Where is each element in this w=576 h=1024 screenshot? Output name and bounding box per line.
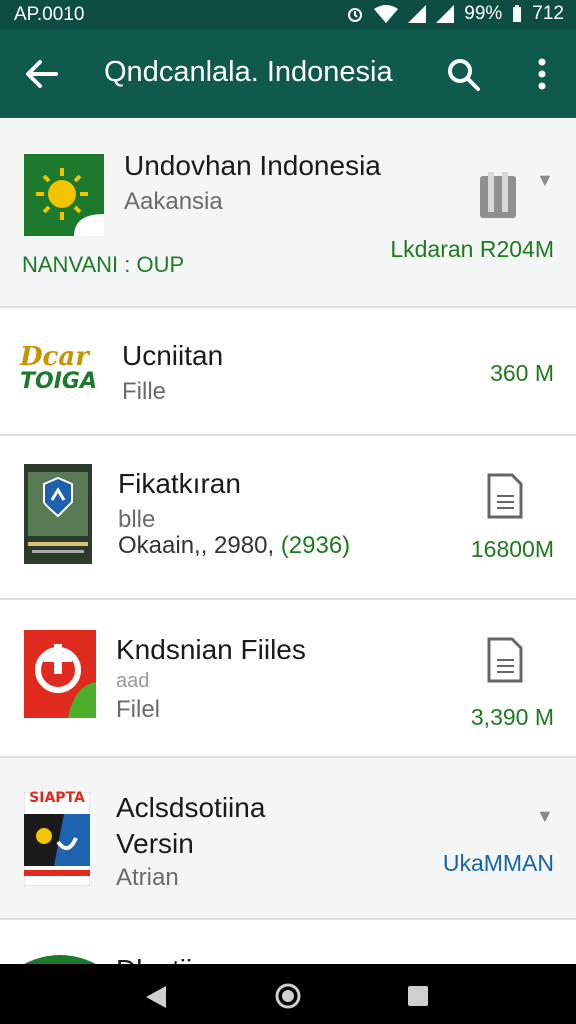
app-bar: Qndcanlala. Indonesia (0, 30, 576, 118)
item-title: Undovhan Indonesia (124, 150, 381, 181)
chevron-down-icon[interactable]: ▼ (536, 170, 554, 191)
logo-text: TOIGA (20, 369, 97, 394)
wifi-icon (374, 5, 399, 23)
app-bar-title: Qndcanlala. Indonesia (104, 56, 393, 88)
item-title: Kndsnian Fiiles (116, 634, 306, 665)
item-title: Ucniitan (122, 340, 224, 371)
item-size: 3,390 M (470, 704, 554, 730)
item-meta: Okaain,, 2980, (2936) (118, 532, 350, 560)
item-subtitle: aad (116, 670, 150, 692)
app-logo-icon (24, 630, 96, 718)
item-subtitle: Fille (122, 378, 167, 405)
list-item[interactable]: SIAPTA Aclsdsotiina Versin Atrian ▼ UkaM… (0, 758, 576, 920)
item-title-2: Versin (116, 828, 194, 859)
document-cover-icon (24, 464, 92, 564)
chevron-down-icon[interactable]: ▼ (536, 806, 554, 827)
item-size: 360 M (490, 360, 554, 386)
list-item[interactable]: Fikatkıran blle Okaain,, 2980, (2936) 16… (0, 436, 576, 600)
app-logo-icon: Dcar TOIGA (20, 344, 100, 400)
signal-icon (408, 5, 427, 23)
app-logo-icon (24, 154, 104, 236)
nav-back-icon[interactable] (144, 984, 168, 1010)
alarm-icon (348, 8, 363, 22)
status-time: AP.0010 (14, 4, 85, 25)
back-arrow-icon[interactable] (24, 54, 60, 94)
search-icon[interactable] (446, 54, 482, 94)
app-logo-icon (24, 792, 90, 886)
item-size: Lkdaran R204M (390, 236, 554, 262)
list-item[interactable]: Undovhan Indonesia Aakansia NANVANI : OU… (0, 118, 576, 308)
item-size: UkaMMAN (442, 850, 554, 876)
item-title: Fikatkıran (118, 468, 241, 499)
item-meta-count: (2936) (280, 532, 351, 559)
logo-text: SIAPTA (29, 790, 85, 806)
list-item[interactable]: Kndsnian Fiiles aad Filel 3,390 M (0, 600, 576, 758)
item-subtitle: Aakansia (124, 188, 223, 215)
item-tag: NANVANI : OUP (22, 252, 185, 277)
battery-percent: 99% (464, 3, 503, 24)
list-item[interactable]: Dcar TOIGA Ucniitan Fille 360 M (0, 308, 576, 436)
nav-recents-icon[interactable] (406, 984, 430, 1008)
item-subtitle-2: Filel (116, 696, 161, 723)
item-subtitle: blle (118, 506, 156, 533)
document-icon[interactable] (486, 472, 524, 520)
storage-icon[interactable] (478, 168, 518, 220)
item-size: 16800M (470, 536, 554, 562)
status-bar: AP.0010 99% 712 (0, 0, 576, 30)
battery-icon (513, 5, 522, 22)
document-icon[interactable] (486, 636, 524, 684)
file-list: Undovhan Indonesia Aakansia NANVANI : OU… (0, 118, 576, 1020)
item-title: Aclsdsotiina (116, 792, 266, 823)
item-meta-text: Okaain,, 2980, (118, 532, 275, 559)
nav-home-icon[interactable] (274, 982, 302, 1010)
item-subtitle: Atrian (116, 864, 179, 891)
status-extra: 712 (532, 3, 564, 24)
logo-text: Dcar (20, 342, 89, 372)
navigation-bar (0, 964, 576, 1024)
signal-icon-2 (436, 5, 455, 23)
more-options-icon[interactable] (530, 54, 554, 94)
